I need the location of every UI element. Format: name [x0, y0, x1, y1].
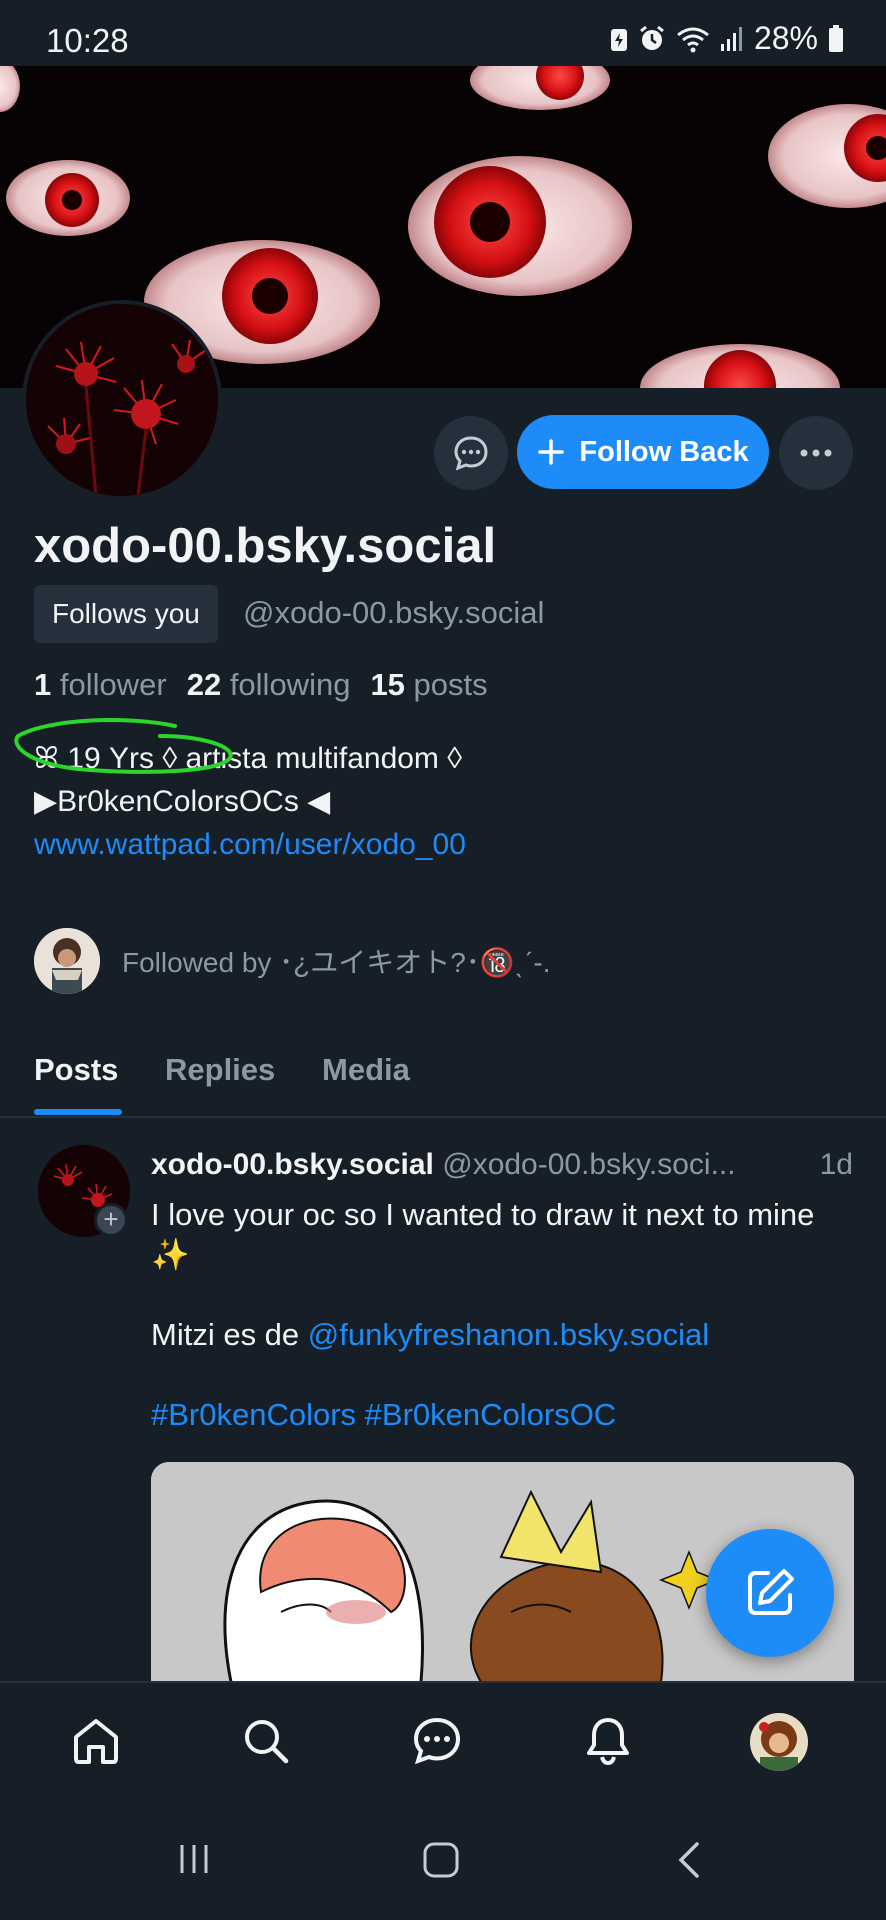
- nav-profile-avatar[interactable]: [750, 1713, 808, 1771]
- nav-home[interactable]: [68, 1713, 124, 1769]
- post-body[interactable]: I love your oc so I wanted to draw it ne…: [151, 1195, 851, 1475]
- back-icon[interactable]: [676, 1841, 702, 1879]
- follower-avatar: [34, 928, 100, 994]
- home-button-icon[interactable]: [422, 1841, 460, 1879]
- spider-lily-image: [26, 304, 218, 496]
- post-author-name[interactable]: xodo-00.bsky.social: [151, 1148, 434, 1181]
- status-bar: 10:28 28%: [0, 0, 886, 66]
- post-line-1: I love your oc so I wanted to draw it ne…: [151, 1197, 815, 1272]
- bio-line-2: ▶Br0kenColorsOCs ◀: [34, 785, 331, 818]
- following-stat[interactable]: 22 following: [187, 667, 351, 703]
- wifi-icon: [677, 27, 709, 52]
- compose-icon: [748, 1569, 794, 1615]
- profile-handle: @xodo-00.bsky.social: [243, 595, 545, 630]
- post-author-handle: @xodo-00.bsky.soci...: [442, 1148, 736, 1181]
- post-mention[interactable]: @funkyfreshanon.bsky.social: [308, 1317, 709, 1352]
- more-options-button[interactable]: [779, 416, 853, 490]
- plus-icon: [538, 439, 565, 465]
- battery-icon: [829, 24, 843, 52]
- profile-tabs: Posts Replies Media: [0, 1040, 886, 1118]
- chat-icon: [454, 436, 488, 471]
- battery-percent: 28%: [753, 20, 818, 56]
- followers-count: 1: [34, 667, 52, 702]
- following-count: 22: [186, 667, 222, 702]
- post-hashtags[interactable]: #Br0kenColors #Br0kenColorsOC: [151, 1395, 851, 1435]
- ellipsis-icon: [800, 449, 832, 457]
- signal-icon: [720, 26, 742, 51]
- followed-by-text: Followed by ･¿ユイキオト?･🔞ˎˊ-.: [122, 947, 551, 978]
- post-timestamp: 1d: [819, 1148, 853, 1181]
- profile-avatar-large[interactable]: [22, 300, 222, 500]
- posts-label: posts: [413, 667, 488, 702]
- alarm-icon: [640, 25, 664, 50]
- follows-you-badge: Follows you: [34, 585, 218, 643]
- active-tab-indicator: [34, 1109, 122, 1115]
- followed-by-row[interactable]: Followed by ･¿ユイキオト?･🔞ˎˊ-.: [34, 928, 550, 994]
- profile-stats: 1 follower 22 following 15 posts: [34, 667, 488, 703]
- home-icon: [74, 1719, 118, 1764]
- system-navigation: [0, 1797, 886, 1920]
- followers-label: follower: [59, 667, 167, 702]
- compose-post-button[interactable]: [706, 1529, 834, 1657]
- bottom-navigation: [0, 1681, 886, 1797]
- followers-stat[interactable]: 1 follower: [34, 667, 167, 703]
- follow-plus-icon[interactable]: +: [94, 1203, 128, 1237]
- status-icons: 28%: [610, 20, 844, 57]
- post-line-2: Mitzi es de @funkyfreshanon.bsky.social: [151, 1315, 851, 1355]
- message-button[interactable]: [434, 416, 508, 490]
- green-circle-annotation: [14, 718, 233, 774]
- search-icon: [245, 1720, 289, 1764]
- nav-search[interactable]: [238, 1713, 294, 1769]
- posts-stat: 15 posts: [370, 667, 487, 703]
- bio-link[interactable]: www.wattpad.com/user/xodo_00: [34, 823, 466, 866]
- tab-media[interactable]: Media: [322, 1052, 410, 1088]
- following-label: following: [229, 667, 351, 702]
- nav-chat[interactable]: [409, 1713, 465, 1769]
- chat-icon: [413, 1717, 461, 1765]
- follow-back-label: Follow Back: [579, 435, 749, 468]
- follow-back-button[interactable]: Follow Back: [517, 415, 769, 489]
- post-header: xodo-00.bsky.social @xodo-00.bsky.soci..…: [151, 1148, 857, 1182]
- status-time: 10:28: [46, 22, 129, 59]
- tab-replies[interactable]: Replies: [165, 1052, 275, 1088]
- post-line-2-prefix: Mitzi es de: [151, 1317, 308, 1352]
- posts-count: 15: [370, 667, 405, 702]
- bell-icon: [587, 1718, 629, 1766]
- battery-saver-icon: [610, 28, 627, 51]
- profile-display-name: xodo-00.bsky.social: [34, 519, 497, 573]
- tab-posts[interactable]: Posts: [34, 1052, 118, 1088]
- recent-apps-icon[interactable]: [176, 1841, 212, 1877]
- nav-notifications[interactable]: [580, 1713, 636, 1769]
